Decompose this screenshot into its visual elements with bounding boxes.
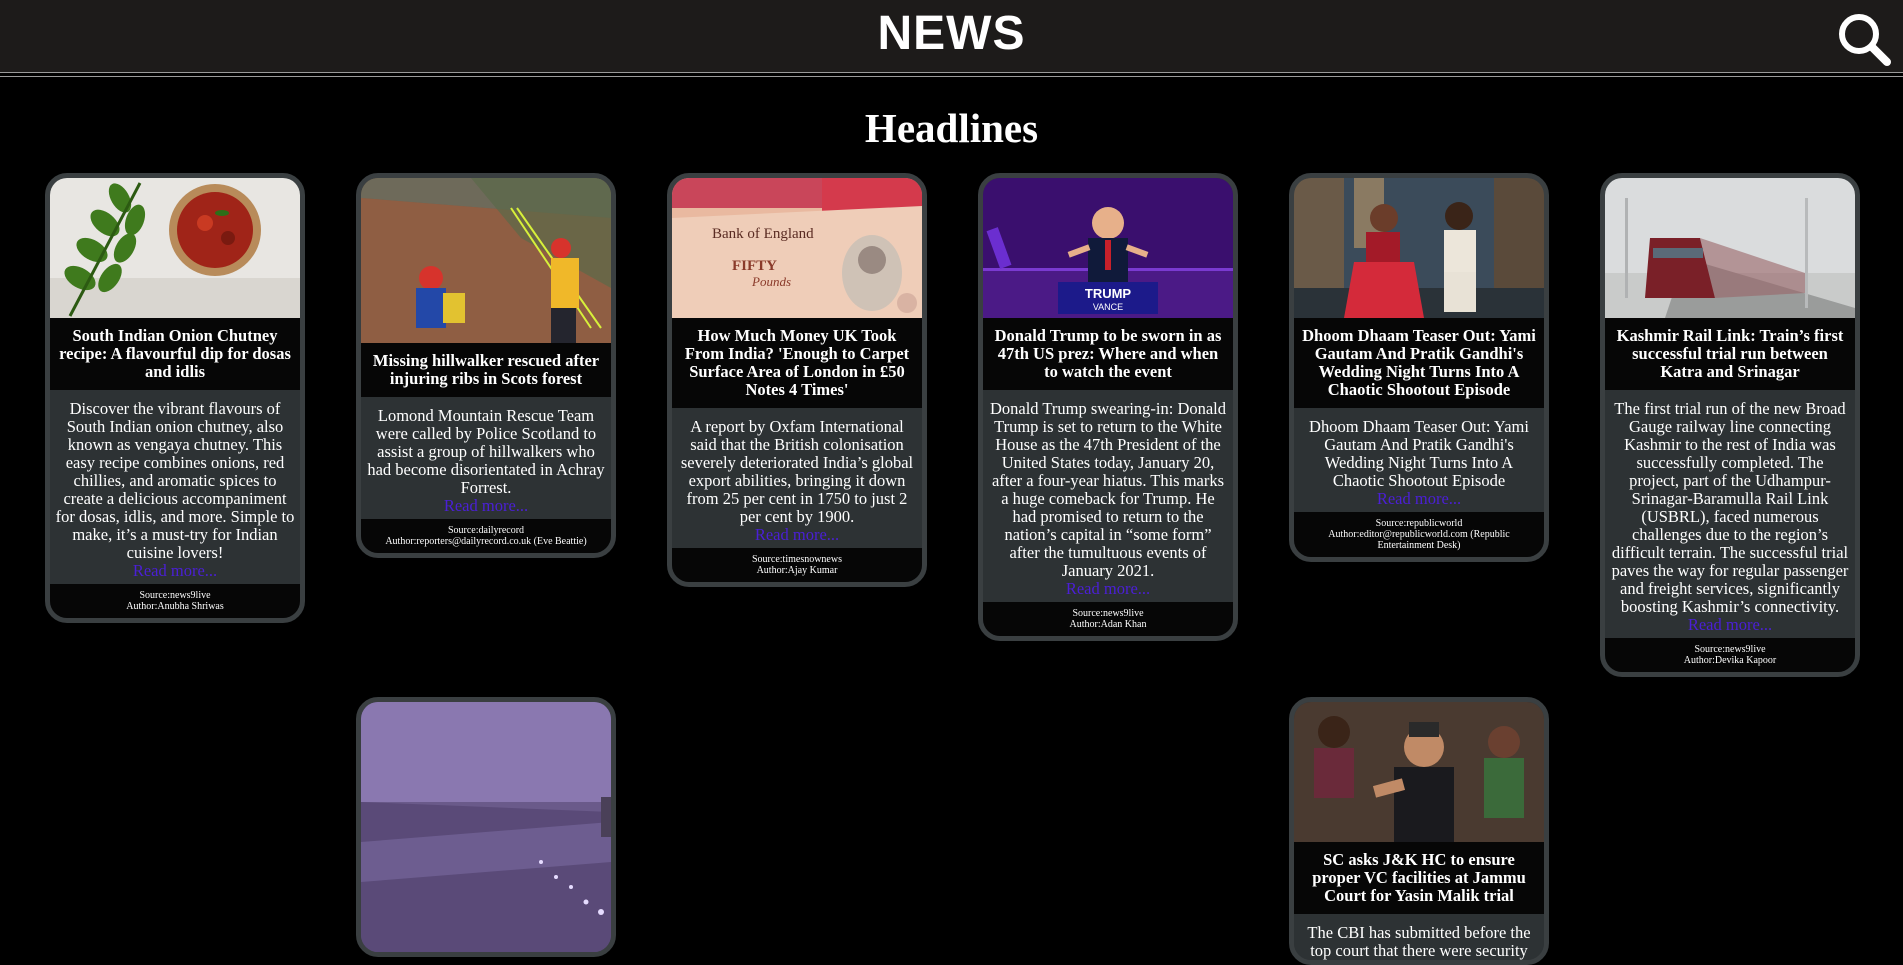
article-author: Author:reporters@dailyrecord.co.uk (Eve …	[385, 536, 587, 547]
article-source: Source:news9live	[1072, 608, 1144, 619]
article-image[interactable]	[361, 702, 611, 952]
article-description: The CBI has submitted before the top cou…	[1294, 914, 1544, 960]
article-source: Source:republicworld	[1375, 518, 1463, 529]
top-bar: NEWS	[0, 0, 1903, 77]
page-title: Headlines	[864, 105, 1039, 151]
read-more-link[interactable]: Read more...	[672, 526, 922, 548]
banknote-text: Bank of England	[712, 226, 814, 242]
article-title[interactable]: South Indian Onion Chutney recipe: A fla…	[50, 318, 300, 390]
read-more-link[interactable]: Read more...	[50, 562, 300, 584]
article-image[interactable]	[1294, 178, 1544, 318]
article-image[interactable]	[50, 178, 300, 318]
news-card[interactable]: TRUMP VANCE Donald Trump to be sworn in …	[978, 173, 1238, 641]
article-image[interactable]	[1605, 178, 1855, 318]
article-author: Author:Devika Kapoor	[1683, 655, 1777, 666]
read-more-link[interactable]: Read more...	[983, 580, 1233, 602]
article-image[interactable]: Bank of England FIFTY Pounds	[672, 178, 922, 318]
article-description: Lomond Mountain Rescue Team were called …	[361, 397, 611, 497]
article-meta: Source:news9live Author:Devika Kapoor	[1605, 638, 1855, 672]
article-description: Discover the vibrant flavours of South I…	[50, 390, 300, 562]
article-image[interactable]: TRUMP VANCE	[983, 178, 1233, 318]
article-description: The first trial run of the new Broad Gau…	[1605, 390, 1855, 616]
search-icon[interactable]	[1837, 12, 1891, 66]
article-meta: Source:news9live Author:Anubha Shriwas	[50, 584, 300, 618]
article-title[interactable]: Missing hillwalker rescued after injurin…	[361, 343, 611, 397]
article-image[interactable]	[361, 178, 611, 343]
article-title[interactable]: Dhoom Dhaam Teaser Out: Yami Gautam And …	[1294, 318, 1544, 408]
article-source: Source:dailyrecord	[447, 525, 525, 536]
article-title[interactable]: Donald Trump to be sworn in as 47th US p…	[983, 318, 1233, 390]
article-source: Source:news9live	[139, 590, 211, 601]
article-author: Author:Ajay Kumar	[756, 565, 838, 576]
article-description: Donald Trump swearing-in: Donald Trump i…	[983, 390, 1233, 580]
article-description: A report by Oxfam International said tha…	[672, 408, 922, 526]
article-source: Source:timesnownews	[752, 554, 842, 565]
article-title[interactable]: Kashmir Rail Link: Train’s first success…	[1605, 318, 1855, 390]
banknote-text: Pounds	[751, 274, 791, 289]
news-card[interactable]: Missing hillwalker rescued after injurin…	[356, 173, 616, 558]
news-card[interactable]: SC asks J&K HC to ensure proper VC facil…	[1289, 697, 1549, 965]
read-more-link[interactable]: Read more...	[361, 497, 611, 519]
podium-sign-text: VANCE	[1093, 302, 1123, 312]
article-title[interactable]: How Much Money UK Took From India? 'Enou…	[672, 318, 922, 408]
article-image[interactable]	[1294, 702, 1544, 842]
article-meta: Source:news9live Author:Adan Khan	[983, 602, 1233, 636]
article-meta: Source:dailyrecord Author:reporters@dail…	[361, 519, 611, 553]
news-card[interactable]: Dhoom Dhaam Teaser Out: Yami Gautam And …	[1289, 173, 1549, 562]
banknote-text: FIFTY	[732, 258, 777, 274]
news-card[interactable]	[356, 697, 616, 957]
article-author: Author:Anubha Shriwas	[126, 601, 224, 612]
podium-sign-text: TRUMP	[1085, 286, 1132, 301]
article-author: Author:Adan Khan	[1069, 619, 1147, 630]
read-more-link[interactable]: Read more...	[1294, 490, 1544, 512]
article-meta: Source:timesnownews Author:Ajay Kumar	[672, 548, 922, 582]
article-source: Source:news9live	[1694, 644, 1766, 655]
news-card[interactable]: South Indian Onion Chutney recipe: A fla…	[45, 173, 305, 623]
article-title[interactable]: SC asks J&K HC to ensure proper VC facil…	[1294, 842, 1544, 914]
site-brand[interactable]: NEWS	[0, 6, 1903, 61]
read-more-link[interactable]: Read more...	[1605, 616, 1855, 638]
article-author: Author:editor@republicworld.com (Republi…	[1328, 529, 1510, 551]
news-card[interactable]: Kashmir Rail Link: Train’s first success…	[1600, 173, 1860, 677]
article-description: Dhoom Dhaam Teaser Out: Yami Gautam And …	[1294, 408, 1544, 490]
news-card[interactable]: Bank of England FIFTY Pounds How Much Mo…	[667, 173, 927, 587]
article-meta: Source:republicworld Author:editor@repub…	[1294, 512, 1544, 557]
